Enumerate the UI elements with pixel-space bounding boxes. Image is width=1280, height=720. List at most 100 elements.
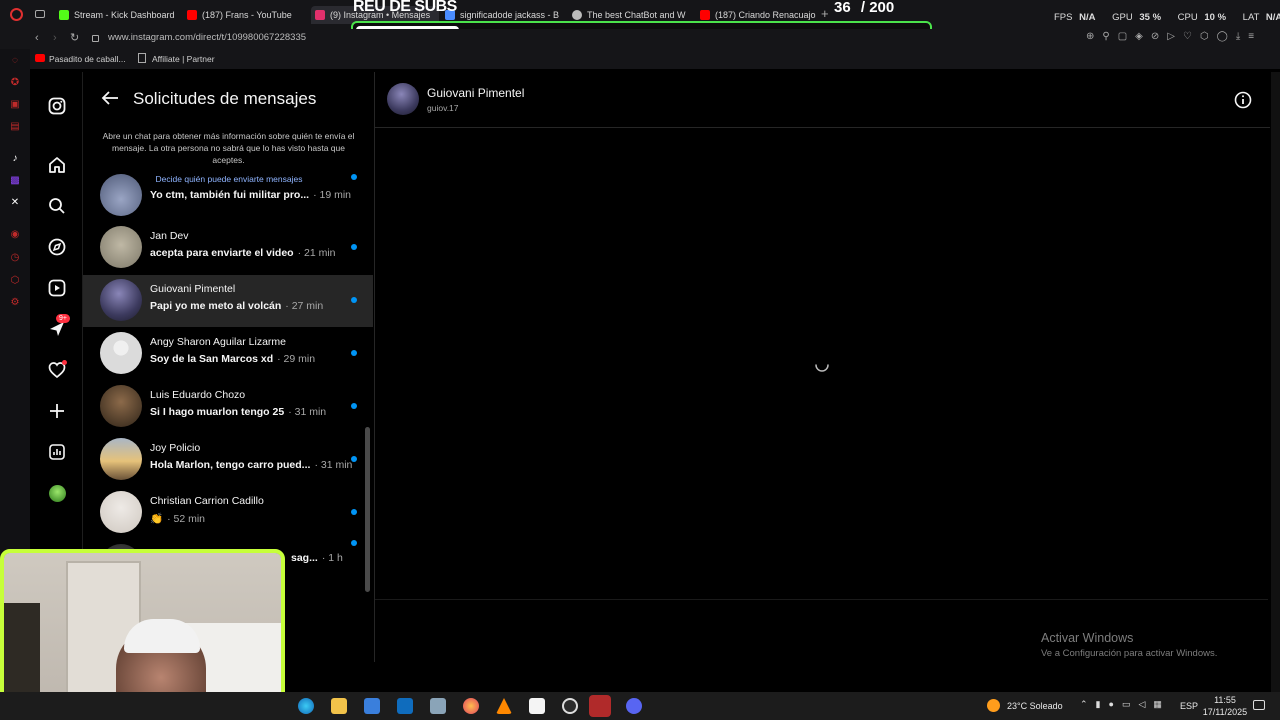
conversation-info-icon[interactable]: [1234, 91, 1252, 109]
request-row[interactable]: Luis Eduardo Chozo Si I hago muarlon teng…: [83, 381, 373, 433]
page-scrollbar[interactable]: [1271, 72, 1280, 692]
pin-icon[interactable]: ⚲: [1102, 31, 1109, 42]
microphone-icon[interactable]: ●: [1109, 699, 1114, 710]
tab-label: (187) Frans - YouTube: [202, 10, 292, 20]
weather-text[interactable]: 23°C Soleado: [1007, 701, 1063, 711]
explore-icon[interactable]: [45, 235, 69, 259]
zoom-icon[interactable]: ⊕: [1086, 31, 1094, 42]
download-icon[interactable]: ⤓: [1236, 31, 1240, 42]
request-row[interactable]: Yo ctm, también fui militar pro... · 19 m…: [83, 170, 373, 222]
request-message-text: Yo ctm, también fui militar pro...: [150, 189, 310, 201]
store-icon[interactable]: [364, 698, 380, 714]
volume-icon[interactable]: ◁: [1138, 699, 1145, 710]
url-field[interactable]: www.instagram.com/direct/t/1099800672283…: [108, 32, 306, 43]
settings-icon[interactable]: ⚙: [9, 297, 21, 309]
menu-icon[interactable]: ≡: [1248, 31, 1254, 42]
heart-icon[interactable]: ♡: [1183, 31, 1192, 42]
tab-kick-dashboard[interactable]: Stream - Kick Dashboard: [56, 6, 182, 24]
create-plus-icon[interactable]: [45, 399, 69, 423]
request-avatar[interactable]: [100, 332, 142, 374]
whatsapp-icon[interactable]: ▣: [9, 99, 21, 111]
unread-dot: [351, 297, 357, 303]
profile-icon[interactable]: ◯: [1217, 31, 1228, 42]
reload-icon[interactable]: ↻: [70, 31, 79, 44]
request-message-preview: Papi yo me meto al volcán · 27 min: [150, 300, 323, 312]
notifications-icon[interactable]: [1253, 700, 1265, 710]
notepad-icon[interactable]: [529, 698, 545, 714]
youtube-favicon-icon: [187, 10, 197, 20]
extensions-sidebar-icon[interactable]: ⬡: [9, 275, 21, 287]
workspaces-icon[interactable]: [35, 10, 45, 18]
x-twitter-icon[interactable]: ✕: [9, 197, 21, 209]
instagram-favicon-icon: [315, 10, 325, 20]
notifications-heart-icon[interactable]: [45, 358, 69, 382]
language-indicator[interactable]: ESP: [1180, 701, 1198, 711]
outlook-icon[interactable]: [397, 698, 413, 714]
photos-icon[interactable]: [430, 698, 446, 714]
request-row[interactable]: Jan Dev acepta para enviarte el video · 21…: [83, 222, 373, 274]
search-icon[interactable]: [45, 194, 69, 218]
request-message-preview: Hola Marlon, tengo carro pued... · 31 min: [150, 459, 352, 471]
firefox-icon[interactable]: [463, 698, 479, 714]
clock-date[interactable]: 17/11/2025: [1200, 707, 1250, 717]
request-avatar[interactable]: [100, 226, 142, 268]
tab-youtube-frans[interactable]: (187) Frans - YouTube: [185, 6, 309, 24]
usb-icon[interactable]: ▮: [1096, 699, 1101, 710]
discord-icon[interactable]: [626, 698, 642, 714]
extensions-icon[interactable]: ⬡: [1200, 31, 1209, 42]
chat-contact-name[interactable]: Guiovani Pimentel: [427, 86, 524, 100]
reels-icon[interactable]: [45, 276, 69, 300]
clock-time[interactable]: 11:55: [1210, 695, 1240, 705]
opera-logo-icon[interactable]: [10, 8, 23, 21]
bookmark-item[interactable]: Affiliate | Partner: [152, 54, 215, 64]
system-tray-icons: ⌃ ▮ ● ▭ ◁ ▦: [1080, 699, 1162, 710]
request-row[interactable]: Christian Carrion Cadillo 👏 · 52 min: [83, 487, 373, 539]
address-bar-row: ‹ › ↻ www.instagram.com/direct/t/1099800…: [0, 29, 1280, 49]
bookmark-item[interactable]: Pasadito de caball...: [49, 54, 126, 64]
history-icon[interactable]: ◷: [9, 252, 21, 264]
loading-spinner-icon: [813, 356, 831, 374]
chat-avatar[interactable]: [387, 83, 419, 115]
shield-icon[interactable]: ◈: [1135, 31, 1143, 42]
request-row[interactable]: Angy Sharon Aguilar Lizarme Soy de la San…: [83, 328, 373, 380]
request-row[interactable]: Joy Policio Hola Marlon, tengo carro pued…: [83, 434, 373, 486]
twitch-icon[interactable]: ▩: [9, 175, 21, 187]
tray-chevron-icon[interactable]: ⌃: [1080, 699, 1088, 710]
messages-badge: 9+: [56, 314, 70, 323]
edge-icon[interactable]: [298, 698, 314, 714]
unread-dot: [351, 540, 357, 546]
messages-icon[interactable]: 9+: [45, 314, 70, 341]
opera-taskbar-icon[interactable]: [589, 695, 611, 717]
request-avatar[interactable]: [100, 385, 142, 427]
fps-value: N/A: [1079, 12, 1096, 23]
file-explorer-icon[interactable]: [331, 698, 347, 714]
request-avatar[interactable]: [100, 438, 142, 480]
vlc-icon[interactable]: [496, 698, 512, 714]
snapshot-icon[interactable]: ▢: [1118, 31, 1127, 42]
player-icon[interactable]: ◉: [9, 229, 21, 241]
tiktok-icon[interactable]: ♪: [9, 153, 21, 165]
dashboard-icon[interactable]: [45, 440, 69, 464]
forward-arrow-icon[interactable]: ›: [53, 32, 57, 44]
cpu-value: 10 %: [1204, 12, 1227, 23]
weather-icon: [987, 699, 1000, 712]
home-icon[interactable]: [45, 153, 69, 177]
instagram-sidebar-icon[interactable]: ▤: [9, 121, 21, 133]
network-icon[interactable]: ▦: [1153, 699, 1162, 710]
monitor-icon[interactable]: ▭: [1122, 699, 1131, 710]
obs-icon[interactable]: [562, 698, 578, 714]
request-row[interactable]: Guiovani Pimentel Papi yo me meto al volc…: [83, 275, 373, 327]
request-avatar[interactable]: [100, 491, 142, 533]
aria-icon[interactable]: ◌: [9, 55, 21, 67]
ad-block-icon[interactable]: ⊘: [1151, 31, 1159, 42]
list-scrollbar[interactable]: [365, 427, 370, 592]
instagram-logo-icon[interactable]: [45, 94, 69, 118]
back-arrow-icon[interactable]: ‹: [35, 32, 39, 44]
profile-avatar[interactable]: [45, 481, 69, 505]
fps-label: FPS: [1054, 12, 1073, 23]
messenger-icon[interactable]: ✪: [9, 77, 21, 89]
play-icon[interactable]: ▷: [1167, 31, 1175, 42]
request-avatar[interactable]: [100, 279, 142, 321]
unread-dot: [351, 174, 357, 180]
request-avatar[interactable]: [100, 174, 142, 216]
